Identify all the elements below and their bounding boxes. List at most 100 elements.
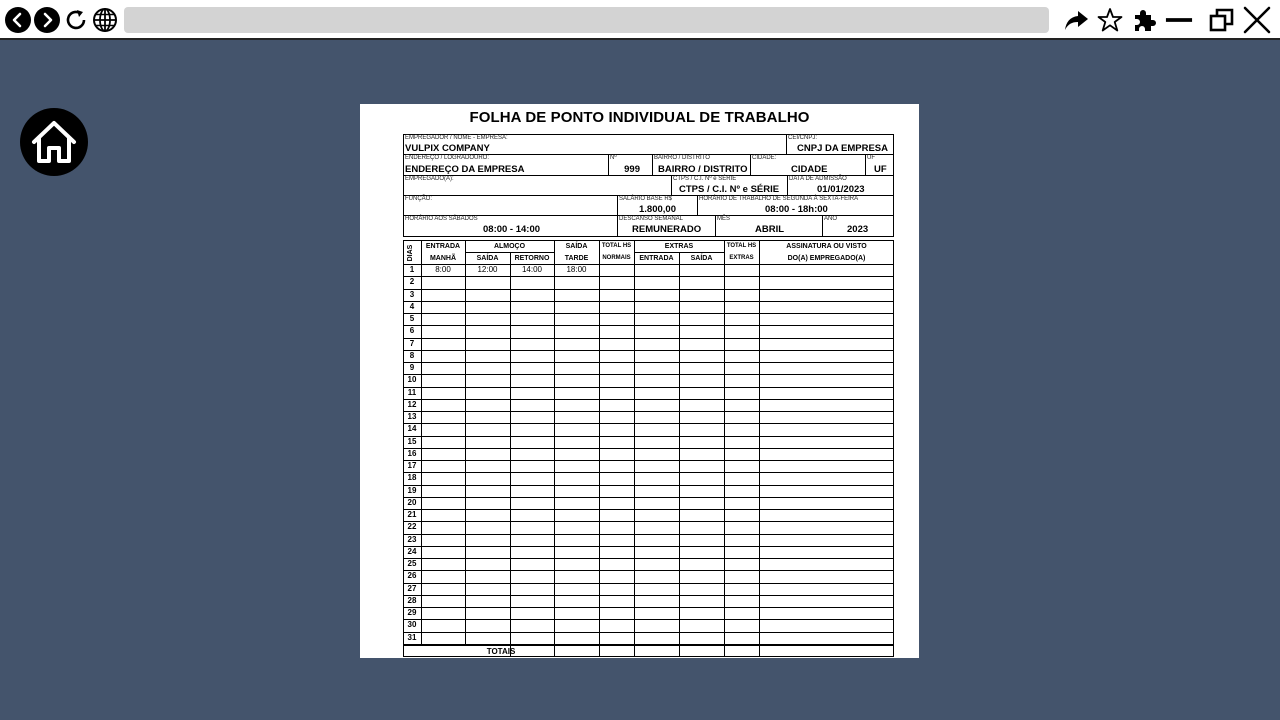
table-row[interactable]: [403, 325, 894, 337]
star-icon[interactable]: [1096, 6, 1124, 34]
table-row[interactable]: [403, 411, 894, 423]
day-number: 14: [407, 424, 417, 434]
day-number: 10: [407, 375, 417, 385]
month-field[interactable]: MÊS ABRIL: [715, 215, 822, 237]
restore-icon[interactable]: [1208, 6, 1236, 34]
home-button[interactable]: [20, 108, 88, 176]
day-number: 28: [407, 595, 417, 605]
employer-label: EMPREGADOR / NOME - EMPRESA:: [405, 135, 508, 141]
rest-field[interactable]: DESCANSO SEMANAL REMUNERADO: [617, 215, 715, 237]
table-row[interactable]: [403, 534, 894, 546]
district-field[interactable]: BAIRRO / DISTRITO BAIRRO / DISTRITO: [652, 154, 750, 175]
signature-header: ASSINATURA OU VISTO: [786, 243, 867, 250]
time-entry-saida-tarde[interactable]: 18:00: [554, 264, 599, 276]
table-row[interactable]: [403, 423, 894, 435]
cnpj-field[interactable]: CEI/CNPJ: CNPJ DA EMPRESA: [786, 134, 894, 155]
table-row[interactable]: [403, 448, 894, 460]
city-field[interactable]: CIDADE: CIDADE: [750, 154, 865, 175]
tarde-header: TARDE: [564, 255, 589, 262]
uf-field[interactable]: UF UF: [865, 154, 894, 175]
share-icon[interactable]: [1062, 6, 1090, 34]
table-row[interactable]: [403, 362, 894, 374]
forward-icon[interactable]: [33, 6, 61, 34]
address-label: ENDEREÇO / LOGRADOURO:: [405, 155, 490, 161]
address-value: ENDEREÇO DA EMPRESA: [405, 164, 525, 175]
weekday-hours-field[interactable]: HORÁRIO DE TRABALHO DE SEGUNDA À SEXTA-F…: [697, 195, 894, 215]
ctps-field[interactable]: CTPS / C.I. Nº e SÉRIE CTPS / C.I. Nº e …: [671, 175, 787, 195]
table-row[interactable]: [403, 497, 894, 509]
day-number: 13: [407, 412, 417, 421]
extras-saida-header: SAÍDA: [690, 255, 713, 262]
salary-value: 1.800,00: [639, 204, 676, 215]
table-row[interactable]: [403, 276, 894, 288]
table-row[interactable]: [403, 460, 894, 472]
day-number: 29: [407, 608, 417, 617]
table-row[interactable]: [403, 583, 894, 595]
day-number: 1: [409, 265, 415, 274]
table-row[interactable]: [403, 558, 894, 570]
time-entry-retorno[interactable]: 14:00: [510, 264, 554, 276]
table-row[interactable]: [403, 313, 894, 325]
ctps-label: CTPS / C.I. Nº e SÉRIE: [673, 176, 737, 182]
day-number: 3: [409, 289, 415, 299]
table-row[interactable]: [403, 570, 894, 582]
signature-sub-header: DO(A) EMPREGADO(A): [787, 255, 866, 262]
address-field[interactable]: ENDEREÇO / LOGRADOURO: ENDEREÇO DA EMPRE…: [403, 154, 608, 175]
puzzle-icon[interactable]: [1130, 6, 1158, 34]
table-row[interactable]: [403, 546, 894, 558]
table-row[interactable]: [403, 374, 894, 386]
year-value: 2023: [847, 224, 869, 235]
number-field[interactable]: Nº 999: [608, 154, 652, 175]
admission-date-field[interactable]: DATA DE ADMISSÃO 01/01/2023: [787, 175, 894, 195]
table-row[interactable]: [403, 301, 894, 313]
day-number: 2: [409, 277, 415, 287]
table-row[interactable]: [403, 289, 894, 301]
employee-field[interactable]: EMPREGADO(A):: [403, 175, 671, 195]
time-entry-saida-almoco[interactable]: 12:00: [465, 264, 510, 276]
day-number: 16: [407, 448, 417, 458]
day-number: 22: [407, 522, 417, 532]
day-number: 19: [407, 485, 417, 495]
day-number: 4: [409, 301, 415, 311]
address-bar[interactable]: [124, 7, 1049, 33]
rest-value: REMUNERADO: [632, 224, 702, 235]
weekday-hours-label: HORÁRIO DE TRABALHO DE SEGUNDA À SEXTA-F…: [699, 196, 859, 202]
table-row[interactable]: [403, 509, 894, 521]
back-icon[interactable]: [4, 6, 32, 34]
close-icon[interactable]: [1243, 6, 1271, 34]
divider: [465, 252, 554, 253]
table-row[interactable]: [403, 607, 894, 619]
day-number: 6: [409, 326, 415, 336]
year-field[interactable]: ANO 2023: [822, 215, 894, 237]
time-entry-entrada[interactable]: 8:00: [421, 264, 465, 276]
role-field[interactable]: FUNÇÃO:: [403, 195, 617, 215]
reload-icon[interactable]: [62, 6, 90, 34]
day-number: 9: [409, 363, 415, 372]
day-number: 26: [407, 571, 417, 581]
table-row[interactable]: [403, 338, 894, 350]
table-row[interactable]: [403, 619, 894, 631]
table-row[interactable]: [403, 436, 894, 448]
globe-icon[interactable]: [91, 6, 119, 34]
almoco-header: ALMOÇO: [493, 243, 526, 250]
day-number: 5: [409, 314, 415, 323]
table-row[interactable]: [403, 472, 894, 484]
minimize-icon[interactable]: [1165, 6, 1193, 34]
table-row[interactable]: [403, 521, 894, 533]
total-extras-header: TOTAL HS: [726, 243, 757, 249]
table-row[interactable]: [403, 632, 894, 644]
home-icon: [32, 121, 76, 163]
employer-field[interactable]: EMPREGADOR / NOME - EMPRESA: VULPIX COMP…: [403, 134, 786, 155]
employer-value: VULPIX COMPANY: [405, 143, 490, 154]
table-row[interactable]: [403, 387, 894, 399]
salary-field[interactable]: SALÁRIO BASE R$ 1.800,00: [617, 195, 697, 215]
table-row[interactable]: [403, 399, 894, 411]
table-row[interactable]: [403, 595, 894, 607]
day-number: 17: [407, 461, 417, 470]
year-label: ANO: [824, 216, 838, 222]
saturday-hours-field[interactable]: HORÁRIO AOS SÁBADOS 08:00 - 14:00: [403, 215, 617, 237]
table-row[interactable]: [403, 485, 894, 497]
table-row[interactable]: [403, 350, 894, 362]
day-number: 25: [407, 559, 417, 568]
saturday-label: HORÁRIO AOS SÁBADOS: [405, 216, 478, 222]
